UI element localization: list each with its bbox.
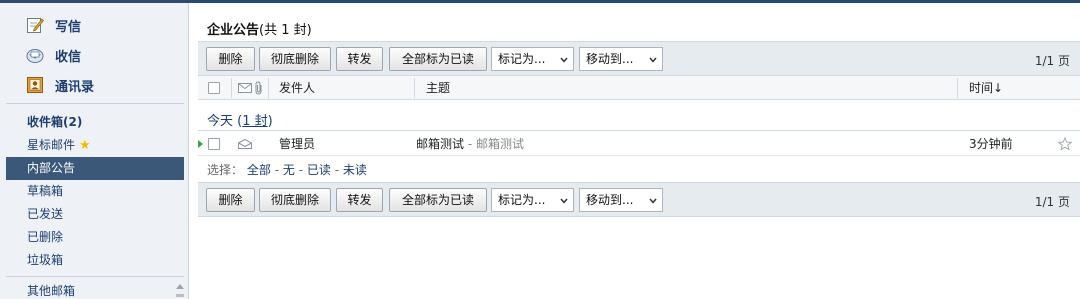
- date-group-label: 今天 (1 封): [207, 114, 273, 129]
- page-title: 企业公告(共 1 封): [207, 19, 312, 38]
- row-subject[interactable]: 邮箱测试 - 邮箱测试: [416, 132, 524, 156]
- forward-button[interactable]: 转发: [336, 47, 383, 71]
- mark-all-read-button[interactable]: 全部标为已读: [389, 47, 487, 71]
- sidebar-divider: [6, 103, 184, 104]
- folder-spam-label: 垃圾箱: [27, 253, 64, 267]
- column-header-time[interactable]: 时间↓: [969, 76, 1003, 100]
- select-all-link[interactable]: 全部: [247, 163, 271, 177]
- folder-sent-label: 已发送: [27, 207, 64, 221]
- folder-inbox[interactable]: 收件箱(2): [6, 111, 184, 134]
- mark-all-read-button[interactable]: 全部标为已读: [389, 188, 487, 212]
- folder-drafts[interactable]: 草稿箱: [6, 180, 184, 203]
- compose-label: 写信: [55, 19, 82, 35]
- receive-mail-button[interactable]: 收信: [0, 40, 189, 70]
- folder-spam[interactable]: 垃圾箱: [6, 249, 184, 272]
- folder-deleted-label: 已删除: [27, 230, 64, 244]
- contacts-icon: [27, 77, 43, 93]
- move-to-dropdown[interactable]: 移动到...: [579, 47, 663, 71]
- folder-deleted[interactable]: 已删除: [6, 226, 184, 249]
- row-time: 3分钟前: [969, 137, 1013, 151]
- select-read-link[interactable]: 已读: [307, 163, 331, 177]
- select-unread-link[interactable]: 未读: [343, 163, 367, 177]
- toolbar-bottom: 删除 彻底删除 转发 全部标为已读 标记为... 移动到... 1/1 页: [198, 182, 1080, 217]
- chevron-down-icon: [560, 198, 568, 204]
- column-header-sender[interactable]: 发件人: [279, 76, 315, 100]
- column-divider: [957, 78, 958, 98]
- select-separator: -: [334, 163, 340, 177]
- date-group-count-link[interactable]: 1 封: [242, 114, 267, 129]
- contacts-label: 通讯录: [55, 79, 95, 95]
- select-separator: -: [298, 163, 304, 177]
- folder-starred[interactable]: 星标邮件 ★: [6, 134, 184, 157]
- folder-drafts-label: 草稿箱: [27, 184, 64, 198]
- sidebar: 写信 收信 通讯录 收件箱(2) 星标邮件★ 内部公告 草稿箱 已发送 已删除: [0, 3, 189, 299]
- row-preview: 邮箱测试: [476, 137, 525, 151]
- unread-flag-icon: [198, 140, 203, 148]
- selection-shortcuts: 选择： 全部 - 无 - 已读 - 未读: [207, 161, 367, 178]
- folder-starred-label: 星标邮件: [27, 138, 76, 152]
- contacts-button[interactable]: 通讯录: [0, 70, 189, 100]
- delete-permanently-button[interactable]: 彻底删除: [259, 47, 331, 71]
- page-indicator: 1/1 页: [1034, 195, 1070, 209]
- delete-permanently-button[interactable]: 彻底删除: [259, 188, 331, 212]
- attachment-icon: [255, 81, 262, 95]
- page-indicator: 1/1 页: [1034, 54, 1070, 68]
- move-to-dropdown[interactable]: 移动到...: [579, 188, 663, 212]
- scroll-up-arrow-icon[interactable]: [173, 280, 187, 299]
- column-header-subject[interactable]: 主题: [426, 76, 450, 100]
- chevron-down-icon: [560, 57, 568, 63]
- row-checkbox[interactable]: [208, 138, 220, 150]
- folder-inbox-label: 收件箱(2): [27, 115, 83, 129]
- main-panel: 企业公告(共 1 封) 删除 彻底删除 转发 全部标为已读 标记为... 移动到…: [197, 3, 1080, 299]
- sidebar-divider-2: [6, 276, 184, 277]
- group-divider: [198, 130, 1080, 131]
- folder-internal-notices-label: 内部公告: [27, 161, 76, 175]
- mark-as-dropdown[interactable]: 标记为...: [491, 47, 574, 71]
- mark-as-label: 标记为...: [498, 193, 546, 207]
- page-title-text: 企业公告: [207, 23, 260, 38]
- page-title-count: (共 1 封): [259, 23, 312, 38]
- delete-button[interactable]: 删除: [206, 188, 255, 212]
- column-divider: [414, 78, 415, 98]
- folder-other-mailboxes-label: 其他邮箱: [27, 284, 76, 298]
- toolbar-top: 删除 彻底删除 转发 全部标为已读 标记为... 移动到... 1/1 页: [198, 41, 1080, 76]
- mark-as-dropdown[interactable]: 标记为...: [491, 188, 574, 212]
- column-divider: [268, 78, 269, 98]
- select-none-link[interactable]: 无: [283, 163, 295, 177]
- read-envelope-icon: [238, 139, 252, 149]
- date-group-title: 今天: [207, 114, 234, 129]
- row-subject-text: 邮箱测试: [416, 137, 465, 151]
- receive-mail-label: 收信: [55, 49, 82, 65]
- delete-button[interactable]: 删除: [206, 47, 255, 71]
- folder-internal-notices[interactable]: 内部公告: [6, 157, 184, 180]
- folder-other-mailboxes[interactable]: 其他邮箱: [6, 280, 184, 299]
- move-to-label: 移动到...: [586, 52, 634, 66]
- compose-button[interactable]: 写信: [0, 10, 189, 40]
- row-subject-separator: -: [467, 137, 473, 151]
- select-separator: -: [274, 163, 280, 177]
- column-divider: [231, 78, 232, 98]
- star-icon: ★: [79, 138, 91, 153]
- forward-button[interactable]: 转发: [336, 188, 383, 212]
- chevron-down-icon: [649, 57, 657, 63]
- star-outline-icon[interactable]: [1058, 137, 1072, 151]
- chevron-down-icon: [649, 198, 657, 204]
- select-all-checkbox[interactable]: [208, 82, 220, 94]
- envelope-icon: [238, 83, 252, 93]
- compose-icon: [27, 18, 44, 33]
- select-label: 选择：: [207, 163, 244, 177]
- mark-as-label: 标记为...: [498, 52, 546, 66]
- move-to-label: 移动到...: [586, 193, 634, 207]
- table-row[interactable]: 管理员 邮箱测试 - 邮箱测试 3分钟前: [198, 132, 1080, 156]
- message-table-header: 发件人 主题 时间↓: [198, 76, 1080, 100]
- receive-mail-icon: [26, 49, 44, 63]
- folder-sent[interactable]: 已发送: [6, 203, 184, 226]
- row-sender: 管理员: [279, 137, 316, 151]
